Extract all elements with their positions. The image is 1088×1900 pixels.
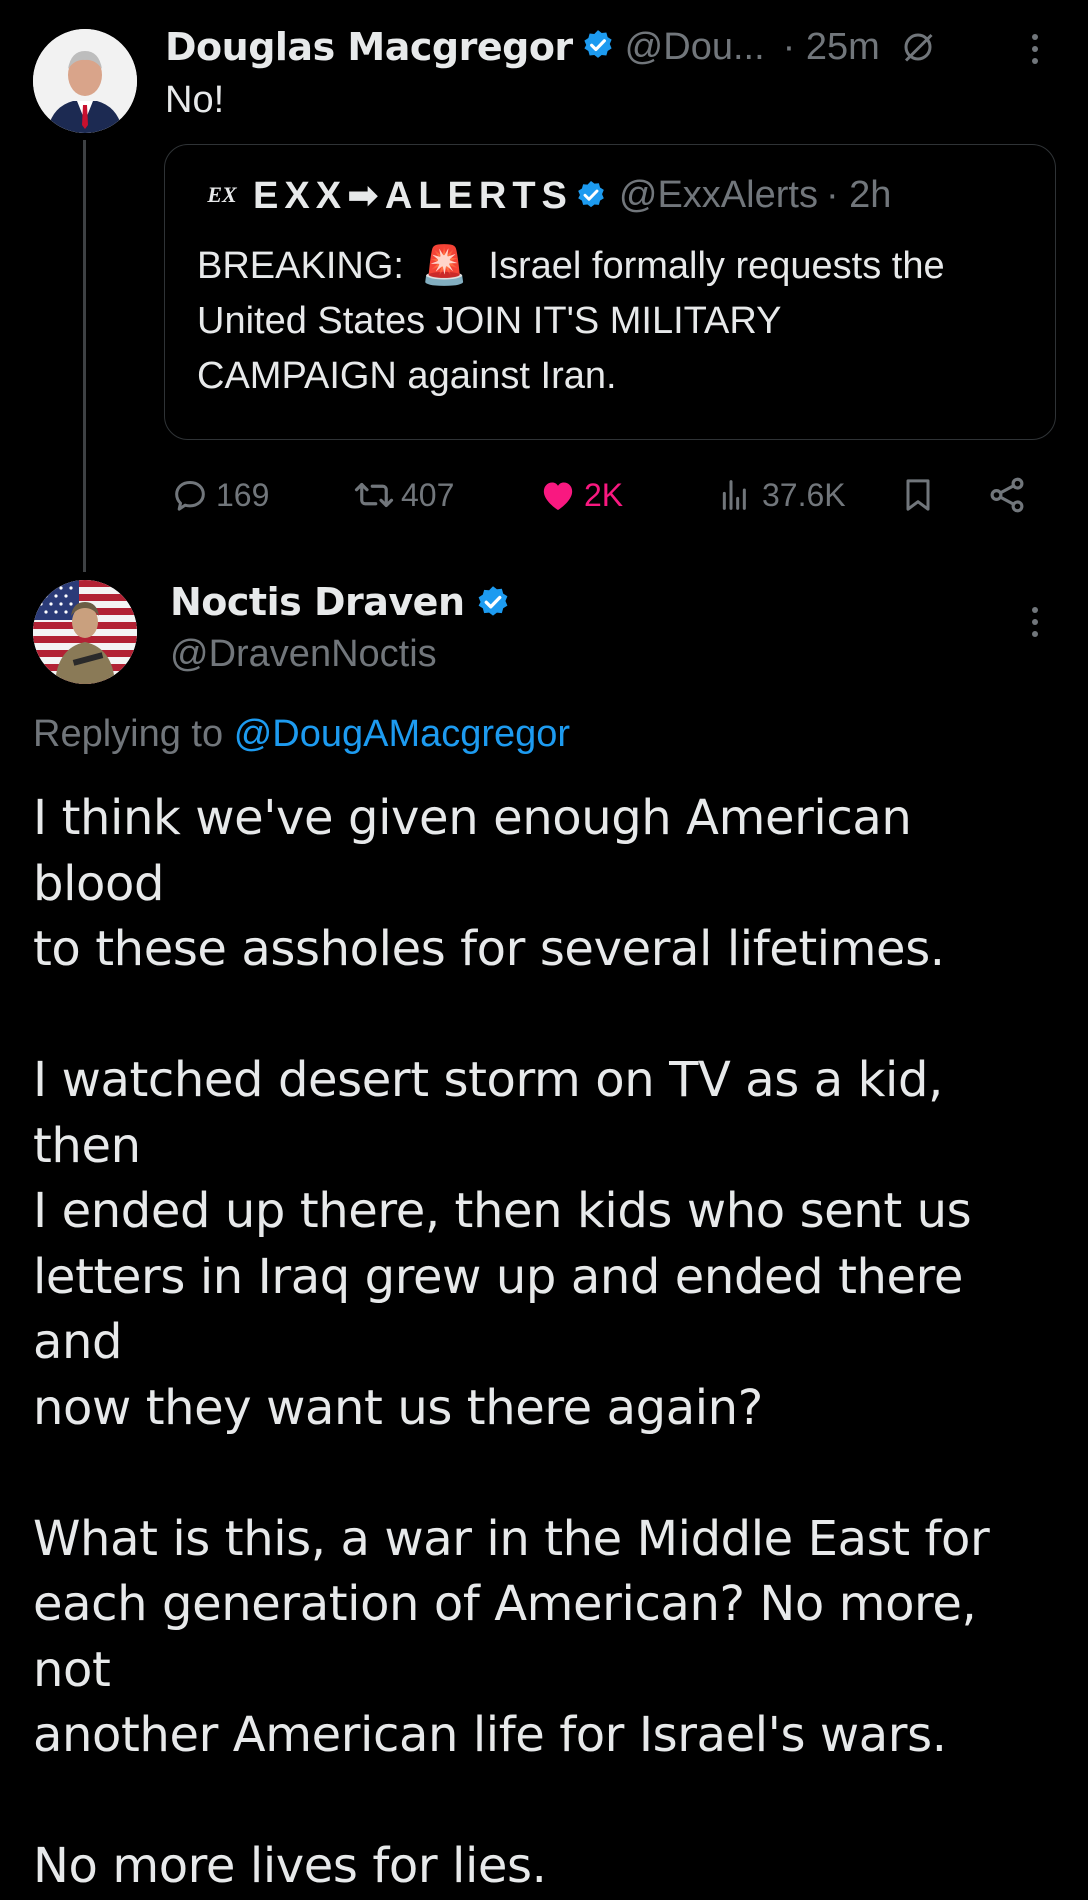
reply-author-handle[interactable]: @DravenNoctis	[170, 633, 437, 676]
reply-author-name-row: Noctis Draven	[170, 577, 511, 627]
author-handle[interactable]: @Dou...	[625, 26, 765, 69]
reply-icon	[175, 481, 205, 511]
quote-text-line1-rest: Israel formally requests the	[488, 245, 945, 287]
reply-button[interactable]: 169	[170, 470, 269, 520]
grok-icon[interactable]	[900, 29, 936, 65]
quote-text-line-2: United States JOIN IT'S MILITARY	[197, 300, 782, 342]
quote-time[interactable]: · 2h	[826, 174, 891, 217]
quote-header: EX EXX➡ALERTS @ExxAlerts · 2h	[197, 171, 891, 219]
tweet-action-bar: 169 407 2K 37.6K	[0, 470, 1088, 520]
quote-author-name[interactable]: EXX➡ALERTS	[253, 173, 573, 218]
quote-text: BREAKING: 🚨 Israel formally requests the…	[197, 239, 1037, 404]
quoted-tweet[interactable]: EX EXX➡ALERTS @ExxAlerts · 2h BREAKING: …	[164, 144, 1056, 440]
share-button[interactable]	[986, 470, 1028, 520]
author-name[interactable]: Douglas Macgregor	[165, 25, 573, 69]
replying-to-label: Replying to	[33, 713, 224, 755]
verified-badge-icon	[475, 584, 511, 620]
verified-badge-icon	[581, 28, 615, 67]
reply-text: I think we've given enough American bloo…	[33, 790, 990, 1894]
views-button[interactable]: 37.6K	[716, 470, 846, 520]
reply-author-avatar[interactable]	[33, 580, 137, 684]
author-avatar[interactable]	[33, 29, 137, 133]
author-avatar-image	[33, 29, 137, 133]
bookmark-button[interactable]	[898, 470, 938, 520]
tweet-time[interactable]: · 25m	[783, 26, 880, 69]
like-icon	[543, 482, 573, 510]
quote-text-prefix: BREAKING:	[197, 245, 404, 287]
quote-text-line-3: CAMPAIGN against Iran.	[197, 355, 617, 397]
quote-author-handle[interactable]: @ExxAlerts	[619, 174, 818, 217]
reply-author-avatar-image	[33, 580, 137, 684]
verified-badge-icon	[575, 179, 607, 211]
like-count: 2K	[584, 476, 624, 513]
views-count: 37.6K	[762, 476, 846, 513]
replying-to-handle-link[interactable]: @DougAMacgregor	[234, 713, 570, 755]
repost-icon	[354, 482, 394, 508]
siren-emoji: 🚨	[420, 245, 468, 287]
bookmark-icon	[906, 479, 930, 511]
repost-button[interactable]: 407	[353, 470, 454, 520]
quote-author-logo: EX	[207, 182, 237, 207]
repost-count: 407	[401, 476, 455, 513]
share-icon	[990, 477, 1024, 513]
quote-text-line-1: BREAKING: 🚨 Israel formally requests the	[197, 239, 1037, 294]
reply-count: 169	[216, 476, 270, 513]
reply-more-icon[interactable]	[1032, 607, 1038, 637]
reply-author-name[interactable]: Noctis Draven	[170, 580, 465, 624]
tweet-text: No!	[165, 79, 225, 121]
replying-to: Replying to @DougAMacgregor	[33, 713, 570, 756]
like-button[interactable]: 2K	[538, 470, 623, 520]
views-icon	[722, 480, 746, 510]
tweet-header: Douglas Macgregor @Dou... · 25m	[165, 22, 936, 72]
tweet-more-icon[interactable]	[1032, 34, 1038, 64]
